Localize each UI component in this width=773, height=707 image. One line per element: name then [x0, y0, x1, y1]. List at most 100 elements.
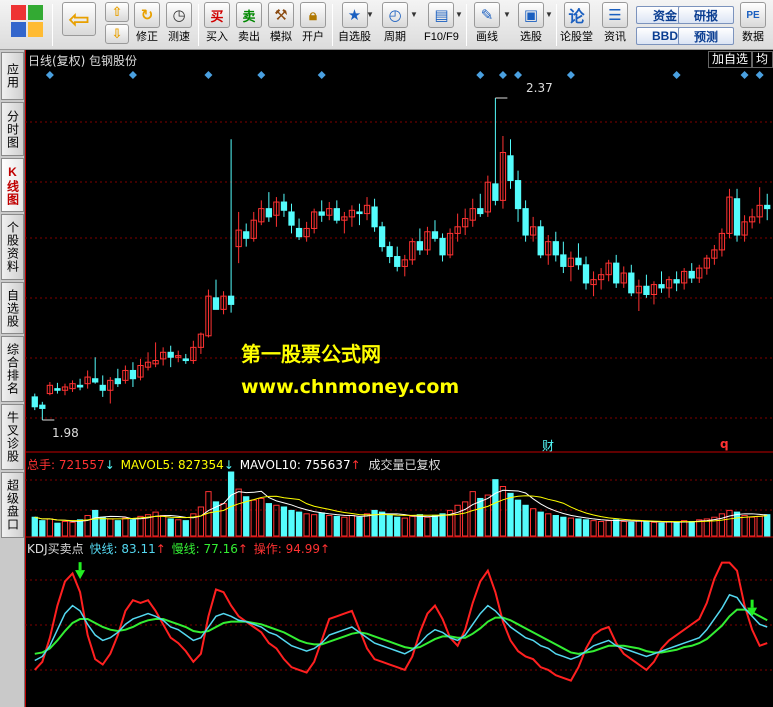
kdj-op-label: 操作	[253, 542, 278, 556]
app-logo-button[interactable]	[8, 2, 46, 48]
star-icon: ★	[341, 2, 368, 28]
volume-bar	[681, 520, 688, 537]
tab-stock-profile[interactable]: 个股资料	[1, 214, 24, 280]
f10-label: F10/F9	[424, 31, 459, 43]
draw-dropdown-icon[interactable]: ▼	[503, 10, 511, 19]
volume-bar	[122, 517, 129, 537]
candle-down	[537, 226, 544, 256]
simulate-button[interactable]: ⚒ 模拟	[268, 2, 294, 48]
volume-bar	[303, 513, 310, 537]
candle-down	[477, 208, 484, 215]
volume-bar	[492, 479, 499, 537]
speed-test-button[interactable]: ◷ 测速	[166, 2, 192, 48]
f10-dropdown-icon[interactable]: ▼	[455, 10, 463, 19]
speed-label: 测速	[168, 31, 190, 43]
candle-down	[356, 211, 363, 215]
volume-bar	[733, 511, 741, 537]
tab-kline[interactable]: K线图	[1, 158, 24, 212]
sell-label: 卖出	[238, 31, 260, 43]
volume-bar	[220, 503, 227, 537]
volume-bar	[175, 519, 182, 537]
candle-down	[243, 231, 250, 239]
volume-bar	[363, 513, 371, 537]
pick-stock-button[interactable]: ▣ 选股	[518, 2, 544, 48]
add-watchlist-button[interactable]: 加自选	[708, 51, 753, 68]
volume-bar	[552, 515, 559, 537]
tab-super-depth[interactable]: 超级盘口	[1, 472, 24, 538]
volume-bar	[318, 512, 325, 537]
volume-bar	[107, 518, 114, 537]
volume-bar	[76, 519, 84, 537]
volume-bar	[718, 513, 726, 537]
volume-bar	[514, 499, 522, 537]
volume-bar	[462, 501, 469, 537]
open-account-button[interactable]: 🔒︎ 开户	[300, 2, 326, 48]
candle-down	[92, 378, 99, 383]
mavol5-label: MAVOL5	[120, 458, 171, 472]
volume-bar	[764, 514, 771, 537]
candle-down	[688, 270, 695, 279]
pick-dropdown-icon[interactable]: ▼	[545, 10, 553, 19]
volume-bar	[227, 471, 235, 537]
volume-bar	[522, 504, 529, 537]
draw-button[interactable]: ✎ 画线	[474, 2, 500, 48]
volume-bar	[665, 520, 673, 537]
volume-bar	[250, 499, 257, 537]
volume-bar	[61, 520, 69, 537]
volume-bar	[741, 515, 748, 537]
volume-bar	[129, 519, 137, 537]
tab-diagnosis[interactable]: 牛叉诊股	[1, 404, 24, 470]
signal-diamond	[740, 71, 749, 79]
volume-bar	[643, 520, 650, 537]
forecast-button[interactable]: 预测	[678, 27, 734, 45]
tab-ranking[interactable]: 综合排名	[1, 336, 24, 402]
volume-bar	[673, 521, 680, 537]
candle-down	[280, 201, 288, 211]
kdj-fast-line	[34, 593, 768, 662]
watchlist-button[interactable]: ★ 自选股	[338, 2, 371, 48]
candle-down	[333, 208, 340, 221]
kdj-slow-value: 77.16	[203, 542, 238, 556]
candle-down	[227, 295, 235, 305]
volume-bar	[756, 515, 763, 537]
volume-bar	[575, 518, 582, 537]
volume-bar	[160, 515, 167, 537]
candle-down	[673, 279, 680, 284]
financial-marker[interactable]: 财	[542, 437, 554, 454]
candle-down	[129, 369, 137, 380]
modify-button[interactable]: ↻ 修正	[134, 2, 160, 48]
data-button[interactable]: PE 数据	[740, 2, 766, 48]
ma-button[interactable]: 均线	[752, 51, 773, 68]
candle-down	[114, 378, 121, 385]
candle-down	[764, 204, 771, 210]
clock-icon: ◷	[166, 2, 192, 28]
forum-label: 论股堂	[560, 31, 593, 43]
watchlist-dropdown-icon[interactable]: ▼	[366, 10, 374, 19]
tab-intraday[interactable]: 分时图	[1, 102, 24, 156]
volume-bar	[567, 517, 575, 537]
buy-button[interactable]: 买 买入	[204, 2, 230, 48]
kdj-op-value: 94.99	[285, 542, 320, 556]
candle-down	[288, 211, 295, 226]
period-dropdown-icon[interactable]: ▼	[410, 10, 418, 19]
forum-button[interactable]: 论 论股堂	[560, 2, 593, 48]
info-button[interactable]: ☰ 资讯	[602, 2, 628, 48]
volume-bar	[69, 521, 76, 537]
tab-apps[interactable]: 应用	[1, 52, 24, 100]
page-up-down-button[interactable]: ⇧ ⇩	[105, 2, 129, 48]
volume-bar	[416, 514, 424, 537]
back-button[interactable]: ⇦	[62, 2, 96, 48]
q-marker[interactable]: q	[720, 437, 729, 451]
volume-bar	[54, 522, 61, 537]
period-button[interactable]: ◴ 周期	[382, 2, 408, 48]
volume-bar	[635, 520, 643, 537]
candle-down	[31, 396, 38, 408]
tab-watchlist[interactable]: 自选股	[1, 282, 24, 334]
research-button[interactable]: 研报	[678, 6, 734, 24]
chart-area[interactable]: 12010203040506 日线(复权) 包钢股份 加自选 均线 2.37 1…	[25, 50, 773, 707]
sell-button[interactable]: 卖 卖出	[236, 2, 262, 48]
stock-name: 包钢股份	[89, 54, 138, 68]
volume-bar	[197, 506, 205, 537]
f10-button[interactable]: ▤ F10/F9	[424, 2, 459, 48]
volume-bar	[356, 516, 363, 537]
